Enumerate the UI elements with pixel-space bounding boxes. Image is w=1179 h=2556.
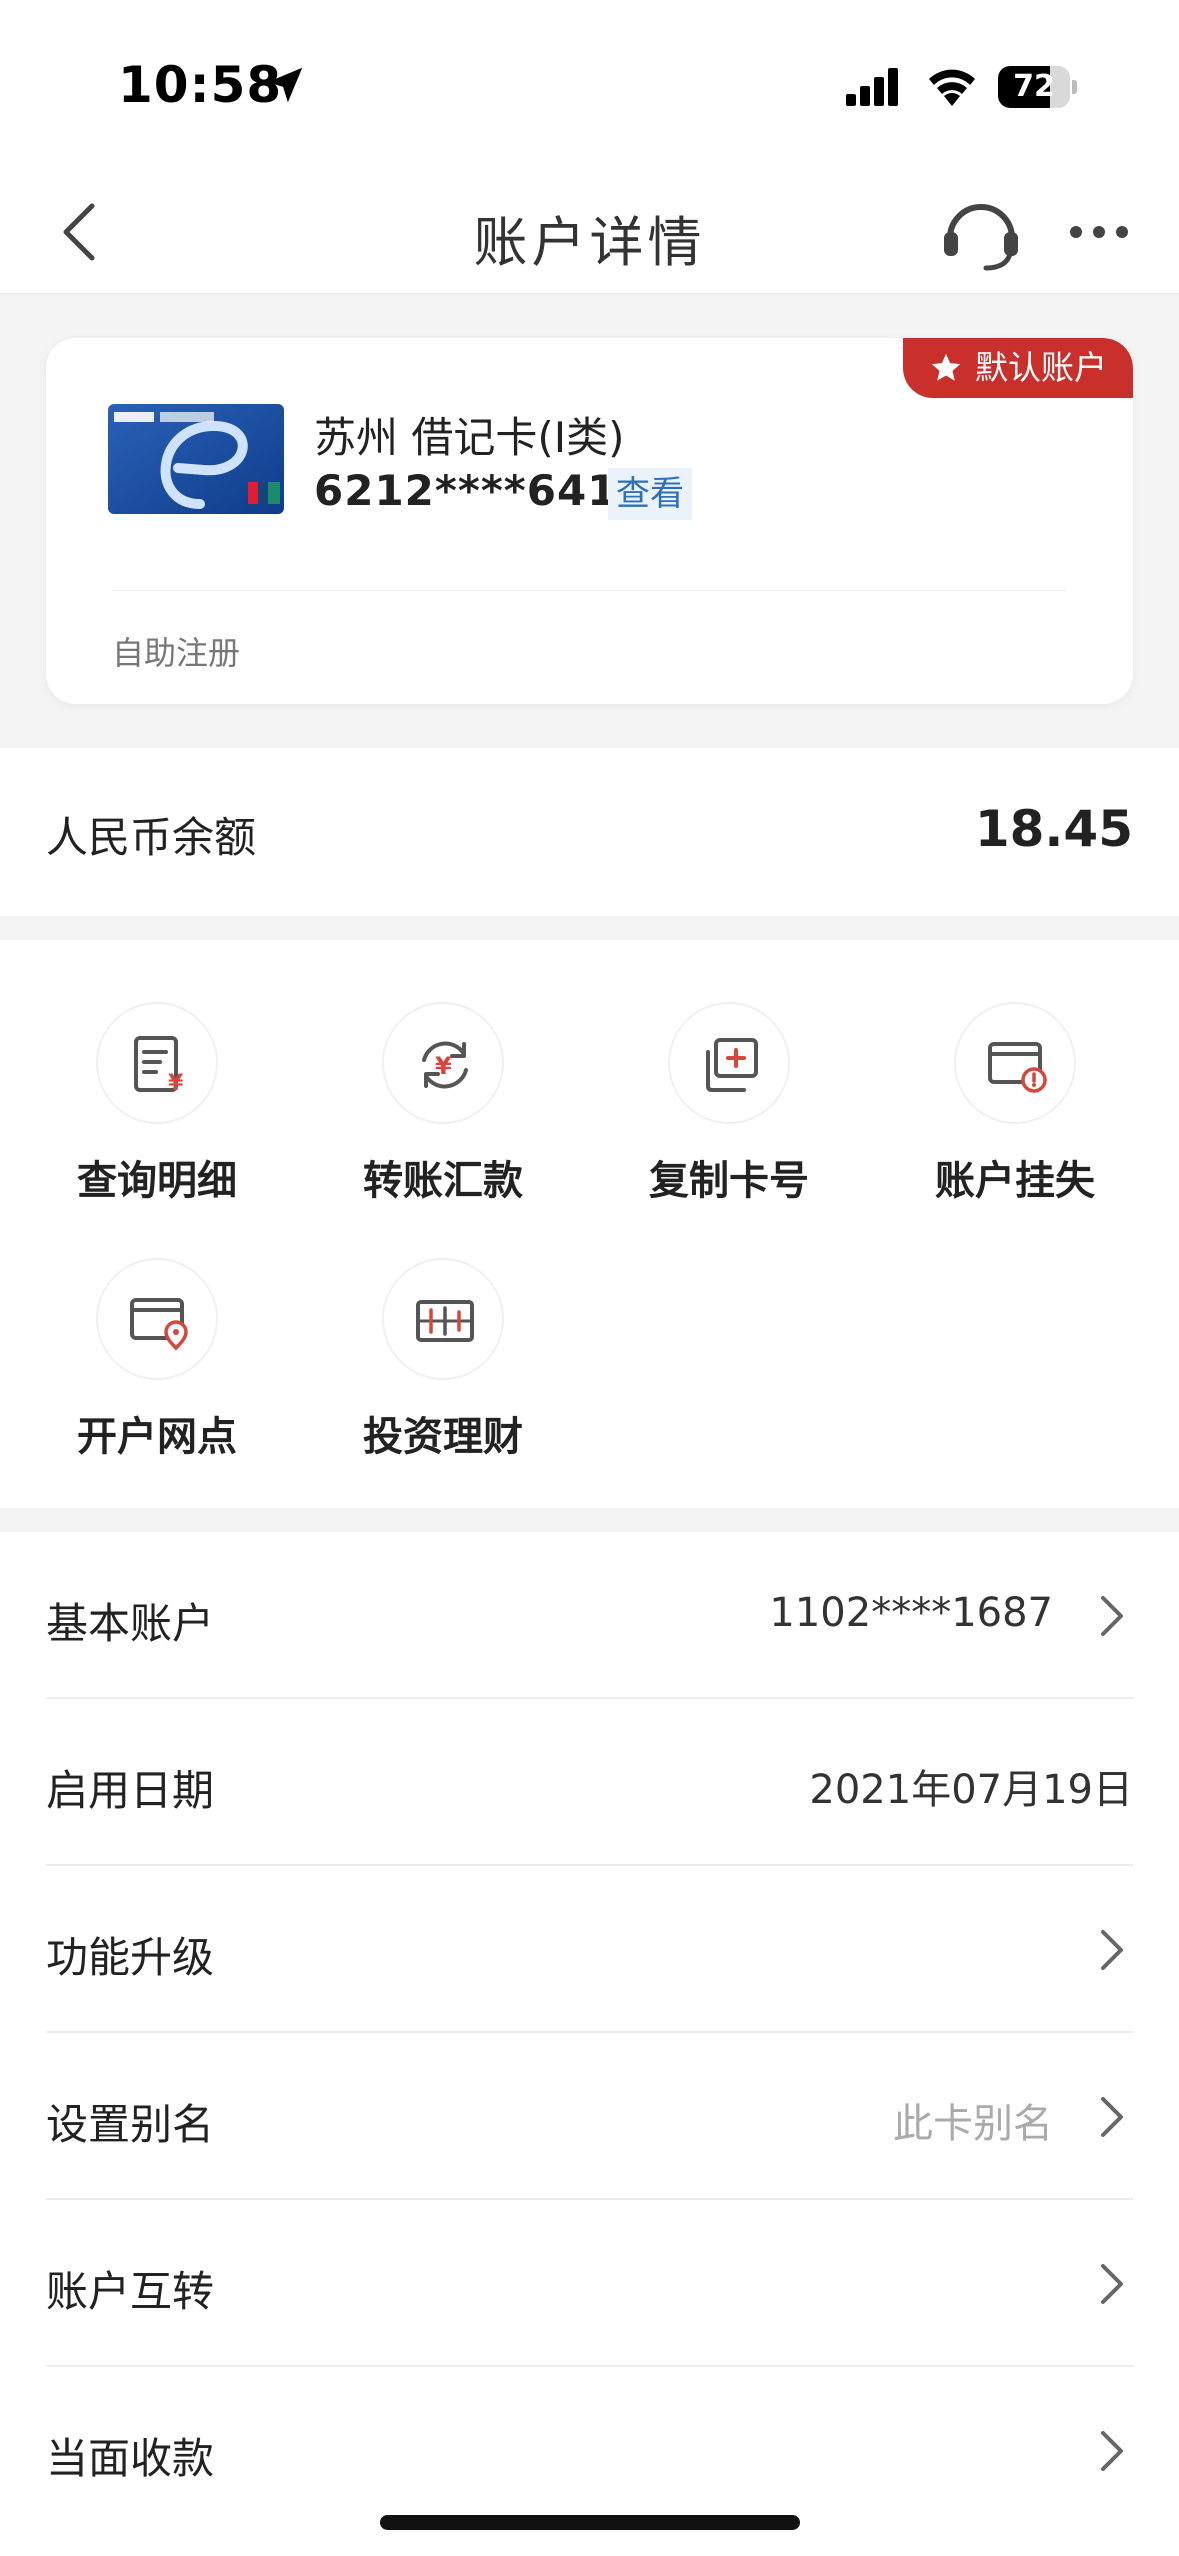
balance-label: 人民币余额 [46, 813, 257, 862]
activation-date-value: 2021年07月19日 [809, 1767, 1133, 1813]
function-grid: ¥ 查询明细 ¥ 转账汇款 复制卡号 账户挂失 开户网点 投资理财 [0, 940, 1179, 1508]
branch-location-icon [130, 1298, 188, 1351]
svg-text:¥: ¥ [168, 1071, 184, 1096]
alias-placeholder: 此卡别名 [893, 2101, 1053, 2147]
func-branch[interactable]: 开户网点 [24, 1196, 284, 1460]
func-investment[interactable]: 投资理财 [310, 1196, 570, 1460]
list-item-label: 账户互转 [46, 2267, 215, 2316]
chevron-right-icon [1101, 1930, 1123, 1970]
headset-icon[interactable] [940, 192, 1022, 274]
default-account-badge: 默认账户 [903, 338, 1133, 398]
func-investment-label: 投资理财 [363, 1414, 523, 1460]
battery-level: 72 [1013, 69, 1055, 104]
list-item-basic-account[interactable]: 基本账户 1102****1687 [46, 1532, 1133, 1699]
func-report-loss[interactable]: 账户挂失 [882, 940, 1142, 1204]
func-transfer[interactable]: ¥ 转账汇款 [310, 940, 570, 1204]
statement-icon: ¥ [134, 1036, 184, 1096]
func-copy-card[interactable]: 复制卡号 [596, 940, 856, 1204]
balance-value: 18.45 [974, 800, 1133, 858]
status-time: 10:58 [118, 56, 283, 114]
func-report-loss-label: 账户挂失 [935, 1158, 1095, 1204]
list-item-label: 当面收款 [46, 2434, 215, 2483]
copy-card-icon [706, 1038, 758, 1092]
func-statement[interactable]: ¥ 查询明细 [24, 940, 284, 1204]
bank-card-image [108, 404, 284, 514]
home-indicator[interactable] [380, 2515, 800, 2530]
transfer-icon: ¥ [422, 1041, 468, 1089]
list-item-activation-date: 启用日期 2021年07月19日 [46, 1699, 1133, 1866]
func-copy-card-label: 复制卡号 [649, 1158, 809, 1204]
investment-icon [416, 1300, 474, 1342]
svg-text:¥: ¥ [435, 1052, 452, 1080]
chevron-right-icon [1101, 1596, 1123, 1636]
account-info-list: 基本账户 1102****1687 启用日期 2021年07月19日 功能升级 … [0, 1532, 1179, 2556]
func-branch-label: 开户网点 [77, 1414, 237, 1460]
list-item-upgrade[interactable]: 功能升级 [46, 1866, 1133, 2033]
report-loss-icon [988, 1042, 1047, 1093]
basic-account-number: 1102****1687 [769, 1590, 1053, 1636]
list-item-label: 设置别名 [46, 2100, 215, 2149]
account-card[interactable]: 默认账户 苏州 借记卡(Ⅰ类) 6212****6419 查看 自助注册 [46, 338, 1133, 704]
more-dots-icon[interactable] [1068, 220, 1130, 244]
card-number: 6212****6419 [314, 466, 648, 515]
cellular-signal-icon [846, 68, 898, 106]
view-card-number-button[interactable]: 查看 [608, 468, 692, 520]
list-item-label: 功能升级 [46, 1933, 215, 1982]
star-icon [931, 353, 961, 381]
chevron-right-icon [1101, 2097, 1123, 2137]
card-type-name: 苏州 借记卡(Ⅰ类) [314, 413, 625, 462]
chevron-right-icon [1101, 2264, 1123, 2304]
nav-bar: 账户详情 [0, 170, 1179, 294]
chevron-right-icon [1101, 2431, 1123, 2471]
list-item-inter-account-transfer[interactable]: 账户互转 [46, 2200, 1133, 2367]
status-bar: 10:58 72 [0, 0, 1179, 170]
wifi-icon [929, 69, 975, 106]
location-arrow-icon [267, 67, 303, 103]
default-account-label: 默认账户 [975, 348, 1107, 387]
card-divider [112, 590, 1067, 591]
list-item-set-alias[interactable]: 设置别名 此卡别名 [46, 2033, 1133, 2200]
card-registration-source: 自助注册 [112, 634, 241, 672]
list-item-label: 启用日期 [46, 1766, 215, 1815]
balance-section: 人民币余额 18.45 [0, 748, 1179, 916]
list-item-receive-payment[interactable]: 当面收款 [46, 2367, 1133, 2534]
list-item-label: 基本账户 [46, 1599, 215, 1648]
battery-indicator: 72 [998, 66, 1078, 108]
